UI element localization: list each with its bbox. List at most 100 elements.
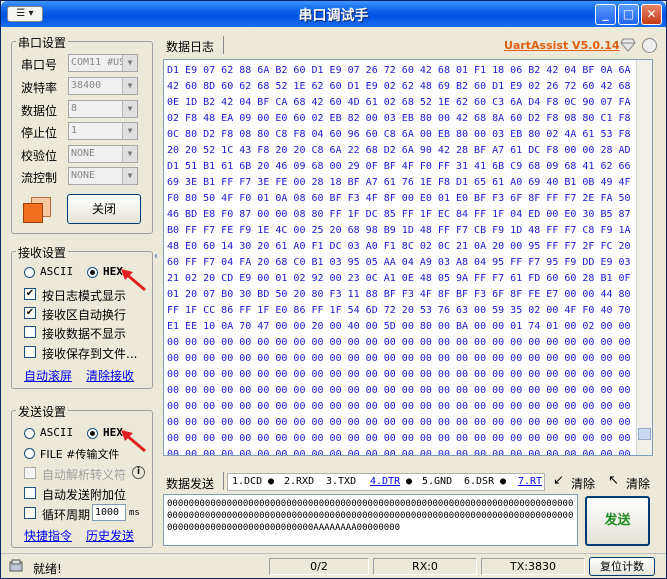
- port-status-icon: [23, 197, 53, 223]
- minimize-button[interactable]: _: [595, 4, 616, 25]
- diamond-icon[interactable]: [620, 38, 636, 52]
- databits-value: 8: [71, 103, 78, 114]
- chevron-down-icon: ▼: [122, 123, 137, 139]
- signal-gnd: 5.GND: [422, 476, 453, 487]
- period-input[interactable]: 1000: [92, 504, 126, 521]
- auto-scroll-link[interactable]: 自动滚屏: [24, 367, 72, 384]
- brand-link[interactable]: UartAssist V5.0.14: [504, 39, 620, 52]
- info-icon[interactable]: i: [132, 466, 145, 479]
- chevron-down-icon: ▼: [122, 78, 137, 94]
- clear-send-button[interactable]: 清除: [571, 475, 595, 492]
- history-link[interactable]: 历史发送: [86, 527, 134, 544]
- parity-value: NONE: [71, 148, 96, 159]
- chevron-down-icon: ▼: [122, 55, 137, 71]
- log-mode-checkbox[interactable]: [24, 288, 36, 300]
- signal-dtr-indicator: ●: [406, 476, 413, 487]
- status-ready: 就绪!: [33, 562, 62, 576]
- signal-rts[interactable]: 7.RT: [518, 474, 542, 490]
- parity-select[interactable]: NONE ▼: [68, 145, 138, 163]
- status-rx: RX:0: [373, 558, 477, 575]
- stopbits-value: 1: [71, 125, 78, 136]
- receive-scrollbar[interactable]: [636, 60, 652, 455]
- save-file-label: 接收保存到文件...: [42, 347, 138, 361]
- period-unit: ms: [129, 508, 140, 518]
- chevron-down-icon: ▼: [122, 101, 137, 117]
- send-input[interactable]: 0000000000000000000000000000000000000000…: [163, 494, 578, 546]
- clear-send-icon: ↙: [553, 473, 564, 488]
- signal-bar: 1.DCD ● 2.RXD 3.TXD 4.DTR ● 5.GND 6.DSR ● 7…: [227, 473, 545, 491]
- signal-rxd: 2.RXD: [284, 476, 315, 487]
- app-window: ☰ ▾ 串口调试手 _ □ ✕ 串口设置 串口号 COM11 #US ▼ 波特率 …: [0, 0, 667, 579]
- receive-data-area[interactable]: D1 E9 07 62 88 6A B2 60 D1 E9 07 26 72 6…: [163, 59, 653, 456]
- stopbits-select[interactable]: 1 ▼: [68, 122, 138, 140]
- databits-select[interactable]: 8 ▼: [68, 100, 138, 118]
- escape-parse-checkbox[interactable]: [24, 467, 36, 479]
- scrollbar-thumb[interactable]: [638, 428, 651, 440]
- signal-dsr: 6.DSR: [464, 476, 495, 487]
- stopbits-label: 停止位: [21, 126, 58, 140]
- close-window-button[interactable]: ✕: [641, 4, 662, 25]
- globe-icon[interactable]: [642, 38, 657, 53]
- baud-label: 波特率: [21, 81, 58, 95]
- send-file-radio[interactable]: [24, 448, 35, 459]
- reset-count-button[interactable]: 复位计数: [589, 557, 655, 576]
- auto-append-label: 自动发送附加位: [42, 488, 127, 502]
- receive-hex-radio[interactable]: [87, 267, 98, 278]
- auto-wrap-label: 接收区自动换行: [42, 308, 127, 322]
- signal-dsr-indicator: ●: [500, 476, 507, 487]
- signal-dtr[interactable]: 4.DTR: [370, 474, 400, 490]
- save-file-checkbox[interactable]: [24, 346, 36, 358]
- status-bar: 就绪! 0/2 RX:0 TX:3830 复位计数: [1, 553, 666, 578]
- tab-data-send[interactable]: 数据发送: [166, 475, 214, 492]
- send-ascii-radio[interactable]: [24, 428, 35, 439]
- clear-history-icon: ↖: [608, 473, 619, 488]
- signal-txd: 3.TXD: [326, 476, 357, 487]
- title-bar[interactable]: ☰ ▾ 串口调试手 _ □ ✕: [1, 1, 666, 27]
- flow-label: 流控制: [21, 171, 58, 185]
- hide-receive-label: 接收数据不显示: [42, 327, 127, 341]
- databits-label: 数据位: [21, 104, 58, 118]
- port-value: COM11 #US: [71, 57, 126, 68]
- hide-receive-checkbox[interactable]: [24, 326, 36, 338]
- status-tx: TX:3830: [481, 558, 585, 575]
- flow-value: NONE: [71, 170, 96, 181]
- flow-select[interactable]: NONE ▼: [68, 167, 138, 185]
- status-count: 0/2: [269, 558, 369, 575]
- chevron-down-icon: ▼: [122, 168, 137, 184]
- receive-settings-title: 接收设置: [16, 244, 69, 261]
- loop-period-label: 循环周期: [42, 508, 91, 522]
- clear-history-button[interactable]: 清除: [626, 475, 650, 492]
- clear-receive-link[interactable]: 清除接收: [86, 367, 134, 384]
- red-arrow-icon: [121, 430, 146, 453]
- shortcut-link[interactable]: 快捷指令: [24, 527, 72, 544]
- receive-hex-text: D1 E9 07 62 88 6A B2 60 D1 E9 07 26 72 6…: [167, 65, 631, 456]
- receive-ascii-radio[interactable]: [24, 267, 35, 278]
- send-button[interactable]: 发送: [585, 496, 650, 546]
- send-hex-radio[interactable]: [87, 428, 98, 439]
- log-mode-label: 按日志模式显示: [42, 289, 127, 303]
- send-file-label: FILE #传输文件: [40, 448, 120, 461]
- signal-dcd-indicator: ●: [268, 476, 275, 487]
- escape-parse-label: 自动解析转义符: [42, 468, 127, 482]
- close-port-button[interactable]: 关闭: [67, 194, 141, 224]
- signal-dcd: 1.DCD: [232, 476, 263, 487]
- send-settings-title: 发送设置: [16, 403, 69, 420]
- maximize-button[interactable]: □: [618, 4, 639, 25]
- baud-value: 38400: [71, 80, 102, 91]
- status-icon: [9, 559, 23, 573]
- tab-data-log[interactable]: 数据日志: [166, 38, 214, 55]
- baud-select[interactable]: 38400 ▼: [68, 77, 138, 95]
- receive-ascii-label: ASCII: [40, 265, 74, 278]
- parity-label: 校验位: [21, 149, 58, 163]
- collapse-panel-icon[interactable]: ‹: [154, 251, 160, 291]
- chevron-down-icon: ▼: [122, 146, 137, 162]
- auto-append-checkbox[interactable]: [24, 487, 36, 499]
- window-title: 串口调试手: [298, 8, 369, 24]
- port-select[interactable]: COM11 #US ▼: [68, 54, 138, 72]
- loop-period-checkbox[interactable]: [24, 507, 36, 519]
- tab-divider: [223, 36, 224, 54]
- tab-divider: [223, 472, 224, 490]
- serial-settings-title: 串口设置: [16, 34, 69, 51]
- send-ascii-label: ASCII: [40, 426, 74, 439]
- auto-wrap-checkbox[interactable]: [24, 307, 36, 319]
